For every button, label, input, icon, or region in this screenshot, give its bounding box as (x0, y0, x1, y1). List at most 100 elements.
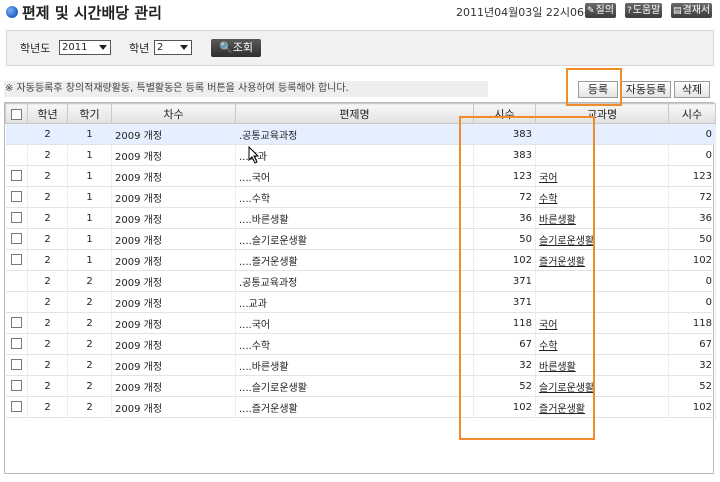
cell-checkbox (5, 375, 28, 397)
row-checkbox[interactable] (10, 401, 22, 413)
cell-subject-hours: 0 (668, 291, 716, 313)
cell-subject-hours: 67 (668, 333, 716, 355)
cell-round: 2009 개정 (111, 375, 236, 397)
cell-name: ....수학 (235, 186, 474, 208)
cell-checkbox (5, 270, 28, 292)
help-button[interactable]: ?도움말 (625, 3, 663, 18)
subject-link[interactable]: 바른생활 (539, 362, 576, 373)
select-all-checkbox[interactable] (11, 108, 22, 120)
subject-link[interactable]: 바른생활 (539, 215, 576, 226)
cell-subject-hours: 36 (668, 207, 716, 229)
col-header-round: 차수 (111, 103, 236, 124)
subject-link[interactable]: 즐거운생활 (539, 404, 585, 415)
table-row[interactable]: 2 2 2009 개정 ....즐거운생활 102 즐거운생활 102 (5, 396, 716, 418)
register-button[interactable]: 등록 (578, 81, 618, 98)
cell-checkbox (5, 207, 28, 229)
row-checkbox[interactable] (10, 191, 22, 203)
cell-hours: 383 (473, 144, 536, 166)
row-checkbox[interactable] (10, 254, 22, 266)
cell-round: 2009 개정 (111, 123, 236, 145)
cell-round: 2009 개정 (111, 207, 236, 229)
table-row[interactable]: 212009 개정...교과383 0 (5, 144, 716, 166)
col-header-hours: 시수 (473, 103, 536, 124)
cell-term: 1 (67, 228, 112, 250)
subject-link[interactable]: 슬기로운생활 (539, 383, 594, 394)
cell-name: ....슬기로운생활 (235, 375, 474, 397)
subject-link[interactable]: 즐거운생활 (539, 257, 585, 268)
cell-hours: 72 (473, 186, 536, 208)
inquiry-button[interactable]: ✎질의 (585, 3, 616, 18)
cell-round: 2009 개정 (111, 333, 236, 355)
row-checkbox[interactable] (10, 338, 22, 350)
table-row[interactable]: 2 1 2009 개정 ....즐거운생활 102 즐거운생활 102 (5, 249, 716, 271)
table-header-row: 학년 학기 차수 편제명 시수 교과명 시수 (5, 103, 716, 124)
row-checkbox[interactable] (10, 212, 22, 224)
cell-subject: 즐거운생활 (535, 249, 669, 271)
cell-subject-hours: 50 (668, 228, 716, 250)
col-header-subject-hours: 시수 (668, 103, 716, 124)
magnifier-icon: 🔍 (219, 41, 233, 54)
table-row[interactable]: 2 1 2009 개정 ....국어 123 국어 123 (5, 165, 716, 187)
col-header-term: 학기 (67, 103, 112, 124)
row-checkbox[interactable] (10, 359, 22, 371)
subject-link[interactable]: 수학 (539, 341, 557, 352)
cell-subject-hours: 0 (668, 144, 716, 166)
cell-term: 2 (67, 270, 112, 292)
auto-register-button[interactable]: 자동등록 (621, 81, 671, 98)
mouse-cursor-icon (248, 146, 260, 164)
cell-subject: 바른생활 (535, 354, 669, 376)
school-year-select[interactable]: 2011 (59, 40, 111, 55)
subject-link[interactable]: 국어 (539, 173, 557, 184)
select-all-cell (5, 103, 28, 124)
table-row[interactable]: 2 1 2009 개정 ....슬기로운생활 50 슬기로운생활 50 (5, 228, 716, 250)
cell-hours: 102 (473, 249, 536, 271)
cell-grade: 2 (27, 186, 68, 208)
chevron-down-icon (180, 45, 188, 50)
col-header-name: 편제명 (235, 103, 474, 124)
cell-grade: 2 (27, 354, 68, 376)
cell-term: 1 (67, 249, 112, 271)
table-row[interactable]: 2 2 2009 개정 ....바른생활 32 바른생활 32 (5, 354, 716, 376)
table-body: 212009 개정.공통교육과정3830212009 개정...교과383021… (5, 123, 716, 418)
table-row[interactable]: 2 2 2009 개정 ....슬기로운생활 52 슬기로운생활 52 (5, 375, 716, 397)
table-row[interactable]: 2 2 2009 개정 ....국어 118 국어 118 (5, 312, 716, 334)
cell-hours: 102 (473, 396, 536, 418)
cell-subject-hours: 0 (668, 270, 716, 292)
table-row[interactable]: 2 1 2009 개정 ....바른생활 36 바른생활 36 (5, 207, 716, 229)
row-checkbox[interactable] (10, 233, 22, 245)
pencil-icon: ✎ (587, 6, 595, 16)
subject-link[interactable]: 수학 (539, 194, 557, 205)
cell-subject (535, 144, 669, 166)
subject-link[interactable]: 국어 (539, 320, 557, 331)
row-checkbox[interactable] (10, 170, 22, 182)
cell-subject: 국어 (535, 312, 669, 334)
cell-subject: 수학 (535, 333, 669, 355)
cell-hours: 118 (473, 312, 536, 334)
cell-grade: 2 (27, 375, 68, 397)
table-row[interactable]: 2 1 2009 개정 ....수학 72 수학 72 (5, 186, 716, 208)
notice-text: ※ 자동등록후 창의적재량활동, 특별활동은 등록 버튼을 사용하여 등록해야 … (4, 81, 488, 97)
row-checkbox[interactable] (10, 380, 22, 392)
cell-hours: 52 (473, 375, 536, 397)
table-row[interactable]: 2 2 2009 개정 .공통교육과정 371 0 (5, 270, 716, 292)
cell-term: 1 (67, 123, 112, 145)
cell-checkbox (5, 165, 28, 187)
grade-select[interactable]: 2 (154, 40, 192, 55)
cell-term: 2 (67, 312, 112, 334)
search-button[interactable]: 🔍조회 (211, 39, 261, 57)
table-row[interactable]: 2 2 2009 개정 ...교과 371 0 (5, 291, 716, 313)
cell-subject-hours: 102 (668, 396, 716, 418)
cell-checkbox (5, 144, 28, 166)
cell-subject-hours: 52 (668, 375, 716, 397)
cell-subject (535, 123, 669, 145)
approval-button[interactable]: ▤결재서 (671, 3, 713, 18)
table-row[interactable]: 2 2 2009 개정 ....수학 67 수학 67 (5, 333, 716, 355)
cell-grade: 2 (27, 396, 68, 418)
cell-grade: 2 (27, 144, 68, 166)
delete-button[interactable]: 삭제 (674, 81, 710, 98)
table-row[interactable]: 2 1 2009 개정 .공통교육과정 383 0 (5, 123, 716, 145)
cell-hours: 383 (473, 123, 536, 145)
row-checkbox[interactable] (10, 317, 22, 329)
subject-link[interactable]: 슬기로운생활 (539, 236, 594, 247)
cell-checkbox (5, 186, 28, 208)
